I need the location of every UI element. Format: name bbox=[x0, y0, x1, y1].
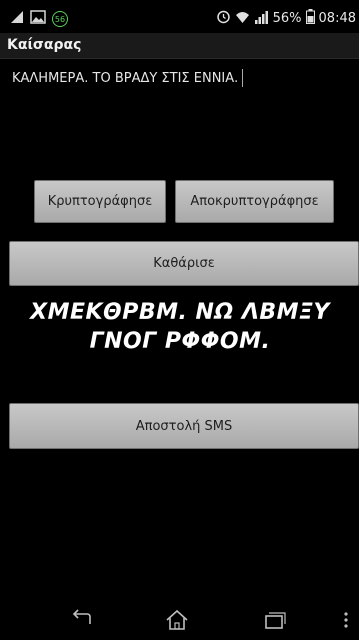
result-line-2: ΓΝΟΓ ΡΦΦΟΜ. bbox=[89, 329, 271, 354]
result-text: ΧΜΕΚΘΡΒΜ. ΝΩ ΛΒΜΞΥ ΓΝΟΓ ΡΦΦΟΜ. bbox=[10, 298, 350, 356]
decrypt-button[interactable]: Αποκρυπτογράφησε bbox=[175, 180, 334, 223]
status-left-icons: 56 bbox=[10, 9, 68, 28]
home-icon[interactable] bbox=[163, 608, 191, 632]
signal-triangle-icon bbox=[10, 9, 24, 28]
battery-icon bbox=[305, 9, 315, 28]
alarm-icon bbox=[216, 9, 231, 28]
send-sms-button[interactable]: Αποστολή SMS bbox=[9, 403, 359, 449]
back-icon[interactable] bbox=[68, 608, 96, 632]
app-title: Καίσαρας bbox=[7, 37, 82, 53]
message-text: ΚΑΛΗΜΕΡΑ. ΤΟ ΒΡΑΔΥ ΣΤΙΣ ΕΝΝΙΑ. bbox=[12, 70, 239, 86]
navigation-bar bbox=[0, 600, 359, 640]
cell-signal-icon bbox=[254, 10, 269, 28]
message-input[interactable]: ΚΑΛΗΜΕΡΑ. ΤΟ ΒΡΑΔΥ ΣΤΙΣ ΕΝΝΙΑ. bbox=[8, 65, 356, 91]
menu-icon[interactable] bbox=[340, 608, 359, 632]
clear-button[interactable]: Καθάρισε bbox=[9, 241, 359, 286]
notification-badge: 56 bbox=[52, 10, 68, 27]
image-icon bbox=[30, 9, 46, 28]
status-right-icons: 56% 08:48 bbox=[216, 9, 356, 28]
recent-apps-icon[interactable] bbox=[260, 608, 288, 632]
wifi-icon bbox=[235, 10, 250, 28]
status-bar: 56 56% 08:48 bbox=[0, 0, 359, 33]
encrypt-button[interactable]: Κρυπτογράφησε bbox=[34, 180, 166, 223]
title-bar: Καίσαρας bbox=[0, 33, 359, 59]
result-line-1: ΧΜΕΚΘΡΒΜ. ΝΩ ΛΒΜΞΥ bbox=[30, 300, 330, 325]
battery-percent: 56% bbox=[272, 11, 302, 26]
clock-time: 08:48 bbox=[318, 11, 356, 26]
text-cursor bbox=[242, 69, 244, 87]
